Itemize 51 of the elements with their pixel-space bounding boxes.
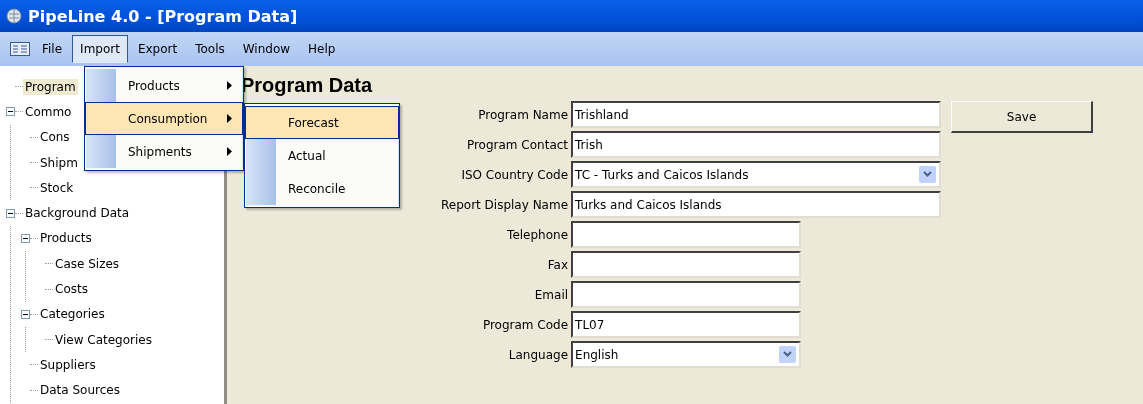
tree-item[interactable]: Case Sizes [53, 255, 122, 272]
collapse-icon[interactable] [6, 208, 15, 218]
menu-item[interactable]: Tools [187, 35, 233, 63]
window-menu-icon[interactable] [10, 42, 30, 56]
menu-item[interactable]: Actual [245, 139, 399, 172]
field-label: Report Display Name [441, 197, 569, 212]
field-label: Program Contact [466, 137, 569, 152]
tree-item[interactable]: Suppliers [38, 356, 98, 373]
menu-item[interactable]: Export [129, 35, 186, 63]
tree-item[interactable]: View Categories [53, 331, 154, 348]
collapse-icon[interactable] [6, 107, 15, 117]
save-button[interactable]: Save [951, 101, 1094, 133]
field-label: ISO Country Code [461, 167, 569, 182]
menu-item[interactable]: Forecast [245, 106, 399, 139]
input-field[interactable] [571, 221, 802, 248]
menu-item[interactable]: Help [300, 35, 344, 63]
tree-item[interactable]: Stock [38, 179, 76, 196]
window-title: PipeLine 4.0 - [Program Data] [28, 6, 298, 26]
field-label: Email [534, 287, 569, 302]
tree-item[interactable]: Products [38, 230, 94, 247]
field-label: Telephone [507, 227, 569, 242]
menu-item[interactable]: Reconcile [245, 172, 399, 205]
tree-item[interactable]: Background Data [23, 205, 132, 222]
menu-item[interactable]: File [34, 35, 71, 63]
collapse-icon[interactable] [21, 309, 30, 319]
field-label: Fax [547, 257, 569, 272]
tree-item[interactable]: Program [23, 78, 78, 95]
tree-item[interactable]: Commo [23, 103, 74, 120]
menu-item[interactable]: Products [85, 69, 243, 102]
tree-item[interactable]: Shipm [38, 154, 80, 171]
menu-item[interactable]: Window [234, 35, 299, 63]
menu-item[interactable]: Import [72, 35, 128, 63]
field-label: Program Code [482, 317, 569, 332]
tree-item[interactable]: Data Sources [38, 382, 122, 399]
input-field[interactable]: Trish [571, 131, 942, 158]
input-field[interactable]: TL07 [571, 311, 802, 338]
tree-item[interactable]: Cons [38, 129, 72, 146]
dropdown-field[interactable]: TC - Turks and Caicos Islands [571, 161, 942, 188]
menu-item[interactable]: Shipments [85, 135, 243, 168]
menu-item[interactable]: Consumption [85, 102, 243, 135]
input-field[interactable] [571, 281, 802, 308]
field-label: Program Name [478, 107, 569, 122]
tree-item[interactable]: Categories [38, 306, 107, 323]
input-field[interactable]: Turks and Caicos Islands [571, 191, 942, 218]
field-label: Language [508, 347, 569, 362]
tree-item[interactable]: Costs [53, 281, 90, 297]
collapse-icon[interactable] [21, 233, 30, 243]
input-field[interactable] [571, 251, 802, 278]
dropdown-field[interactable]: English [571, 341, 802, 368]
app-icon [6, 8, 22, 24]
input-field[interactable]: Trishland [571, 101, 942, 128]
